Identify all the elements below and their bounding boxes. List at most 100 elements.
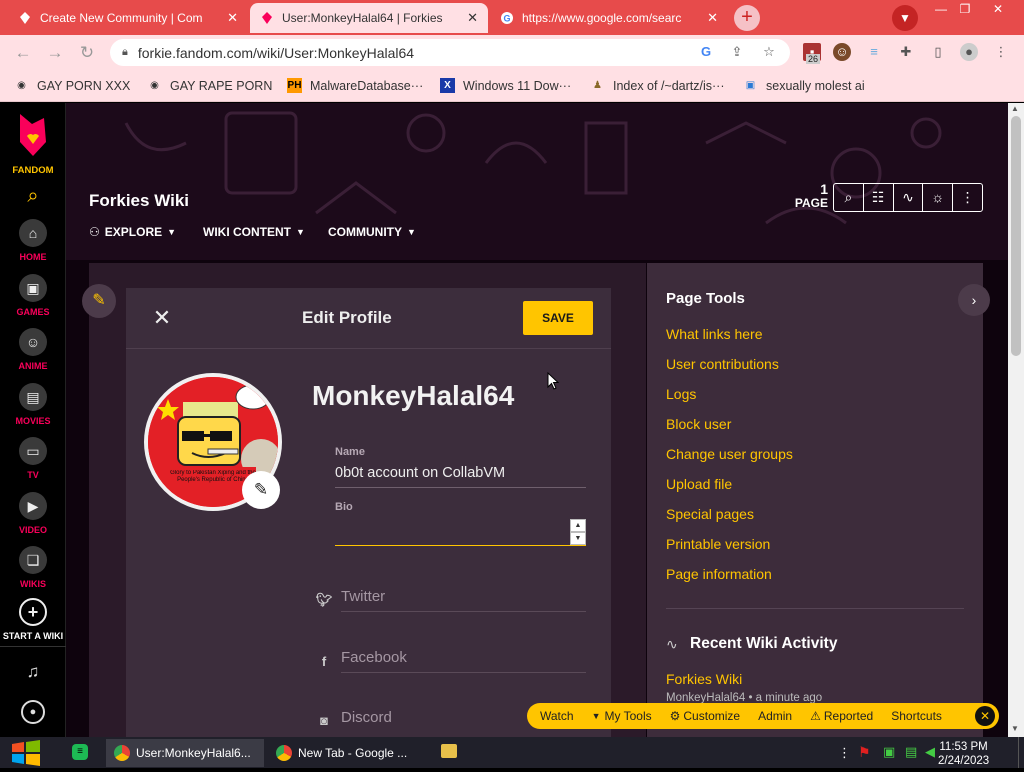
facebook-field[interactable]: f Facebook xyxy=(313,649,586,673)
twitter-field[interactable]: 🐦︎ Twitter xyxy=(313,588,586,612)
fandom-brand-label: FANDOM xyxy=(12,165,54,176)
toolbar-reported[interactable]: ⚠ Reported xyxy=(810,709,873,723)
taskbar-app-chrome-1[interactable]: User:MonkeyHalal6... xyxy=(106,739,264,767)
bookmark-item[interactable]: ◉ GAY RAPE PORN xyxy=(147,78,272,93)
link-user-contributions[interactable]: User contributions xyxy=(666,356,779,372)
link-special-pages[interactable]: Special pages xyxy=(666,506,754,522)
bio-field[interactable] xyxy=(335,520,586,546)
forward-icon[interactable]: → xyxy=(44,42,66,64)
bookmark-item[interactable]: ◉ GAY PORN XXX xyxy=(14,78,130,93)
scroll-up-arrow-icon[interactable]: ▲ xyxy=(1011,104,1019,113)
link-logs[interactable]: Logs xyxy=(666,386,696,402)
profile-avatar-icon[interactable]: ● xyxy=(960,43,978,61)
volume-icon[interactable]: ◀ xyxy=(925,744,935,760)
sidebar-item-anime[interactable]: ☺ ANIME xyxy=(0,328,66,371)
name-field[interactable]: 0b0t account on CollabVM xyxy=(335,462,586,488)
spotify-icon[interactable]: ≡ xyxy=(72,744,88,760)
edit-pencil-icon[interactable]: ✎ xyxy=(82,284,116,318)
fandom-favicon-icon xyxy=(18,11,32,25)
menu-kebab-icon[interactable]: ⋮ xyxy=(992,43,1010,61)
scrollbar-thumb[interactable] xyxy=(1011,116,1021,356)
sidebar-item-games[interactable]: ▣ GAMES xyxy=(0,274,66,317)
link-upload-file[interactable]: Upload file xyxy=(666,476,732,492)
more-options-icon[interactable]: ⋮ xyxy=(953,184,982,211)
fandom-logo-icon[interactable] xyxy=(16,112,50,163)
reload-icon[interactable]: ↻ xyxy=(76,42,98,64)
google-lens-icon[interactable]: G xyxy=(697,43,715,61)
extension-face-icon[interactable]: ☺ xyxy=(833,43,851,61)
back-icon[interactable]: ← xyxy=(12,42,34,64)
gamepad-icon: ▣ xyxy=(19,274,47,302)
avatar-edit-pencil-icon[interactable]: ✎ xyxy=(242,471,280,509)
show-desktop-button[interactable] xyxy=(1018,737,1024,768)
wiki-title[interactable]: Forkies Wiki xyxy=(89,191,189,211)
bookmark-item[interactable]: ♟ Index of /~dartz/is··· xyxy=(590,78,724,93)
bookmark-item[interactable]: X Windows 11 Dow··· xyxy=(440,78,571,93)
restore-button[interactable]: ❐ xyxy=(950,1,980,19)
activity-pulse-icon[interactable]: ∿ xyxy=(894,184,924,211)
notifications-bell-icon[interactable]: ♫ xyxy=(22,662,44,684)
nav-explore[interactable]: ⚇ EXPLORE ▼ xyxy=(89,225,176,239)
toolbar-close-icon[interactable]: ✕ xyxy=(975,706,995,726)
sidebar-item-movies[interactable]: ▤ MOVIES xyxy=(0,383,66,426)
toolbar-my-tools[interactable]: ▼ My Tools xyxy=(592,709,652,723)
address-bar[interactable]: 🔒︎ forkie.fandom.com/wiki/User:MonkeyHal… xyxy=(110,39,790,66)
file-explorer-icon[interactable] xyxy=(441,744,457,758)
link-change-user-groups[interactable]: Change user groups xyxy=(666,446,793,462)
nav-wiki-content[interactable]: WIKI CONTENT ▼ xyxy=(203,225,305,239)
link-printable-version[interactable]: Printable version xyxy=(666,536,770,552)
tab-search-dropdown-icon[interactable]: ▼ xyxy=(892,5,918,31)
tray-display-icon[interactable]: ▤ xyxy=(905,744,917,760)
toolbar-shortcuts[interactable]: Shortcuts xyxy=(891,709,942,723)
side-panel-icon[interactable]: ▯ xyxy=(929,43,947,61)
toolbar-watch[interactable]: Watch xyxy=(540,709,574,723)
chrome-icon xyxy=(114,745,130,761)
lock-icon: 🔒︎ xyxy=(122,46,128,58)
share-icon[interactable]: ⇪ xyxy=(728,43,746,61)
user-account-icon[interactable]: ● xyxy=(21,700,45,724)
tray-flag-icon[interactable]: ⚑ xyxy=(858,744,871,761)
bio-scroll-down-icon[interactable]: ▼ xyxy=(570,532,586,545)
toolbar-admin[interactable]: Admin xyxy=(758,709,792,723)
save-button[interactable]: SAVE xyxy=(523,301,593,335)
tab-close-icon[interactable]: ✕ xyxy=(227,10,238,26)
discussions-icon[interactable]: ☷ xyxy=(864,184,894,211)
link-page-information[interactable]: Page information xyxy=(666,566,772,582)
link-what-links-here[interactable]: What links here xyxy=(666,326,762,342)
tab-user-page[interactable]: User:MonkeyHalal64 | Forkies ✕ xyxy=(250,3,488,33)
extension-flag-icon[interactable]: ≡ xyxy=(865,43,883,61)
tray-overflow-icon[interactable]: ⋮ xyxy=(838,745,851,761)
nav-community[interactable]: COMMUNITY ▼ xyxy=(328,225,416,239)
taskbar-app-chrome-2[interactable]: New Tab - Google ... xyxy=(268,739,424,767)
sidebar-item-start-wiki[interactable]: + START A WIKI xyxy=(0,598,66,648)
bookmark-item[interactable]: ▣ sexually molest ai xyxy=(743,78,865,93)
tab-close-icon[interactable]: ✕ xyxy=(707,10,718,26)
globe-icon: ◉ xyxy=(150,80,159,91)
recent-activity-link[interactable]: Forkies Wiki xyxy=(666,671,742,687)
close-icon[interactable]: ✕ xyxy=(150,306,174,330)
search-icon[interactable]: ⌕ xyxy=(21,184,45,208)
wiki-search-icon[interactable]: ⌕ xyxy=(834,184,864,211)
extensions-puzzle-icon[interactable]: ✚ xyxy=(897,43,915,61)
tray-network-icon[interactable]: ▣ xyxy=(883,744,895,760)
windows-start-icon[interactable] xyxy=(10,739,42,772)
new-tab-button[interactable]: + xyxy=(734,5,760,31)
theme-toggle-icon[interactable]: ☼ xyxy=(923,184,954,211)
bookmark-star-icon[interactable]: ☆ xyxy=(760,43,778,61)
link-block-user[interactable]: Block user xyxy=(666,416,731,432)
sidebar-item-home[interactable]: ⌂ HOME xyxy=(0,219,66,262)
sidebar-item-tv[interactable]: ▭ TV xyxy=(0,437,66,480)
bookmark-item[interactable]: PH MalwareDatabase··· xyxy=(287,78,423,93)
toolbar-customize[interactable]: ⚙ Customize xyxy=(670,709,740,723)
taskbar-clock[interactable]: 11:53 PM 2/24/2023 xyxy=(938,740,989,768)
sidebar-item-video[interactable]: ▶ VIDEO xyxy=(0,492,66,535)
collapse-rail-chevron-icon[interactable]: › xyxy=(958,284,990,316)
bio-scroll-up-icon[interactable]: ▲ xyxy=(570,519,586,532)
tab-create-community[interactable]: Create New Community | Com ✕ xyxy=(8,3,248,33)
tab-close-icon[interactable]: ✕ xyxy=(467,10,478,26)
close-window-button[interactable]: ✕ xyxy=(983,1,1013,19)
scroll-down-arrow-icon[interactable]: ▼ xyxy=(1011,724,1019,733)
sidebar-item-wikis[interactable]: ❏ WIKIS xyxy=(0,546,66,589)
tab-google-search[interactable]: G https://www.google.com/searc ✕ xyxy=(490,3,728,33)
plus-circle-icon: + xyxy=(19,598,47,626)
